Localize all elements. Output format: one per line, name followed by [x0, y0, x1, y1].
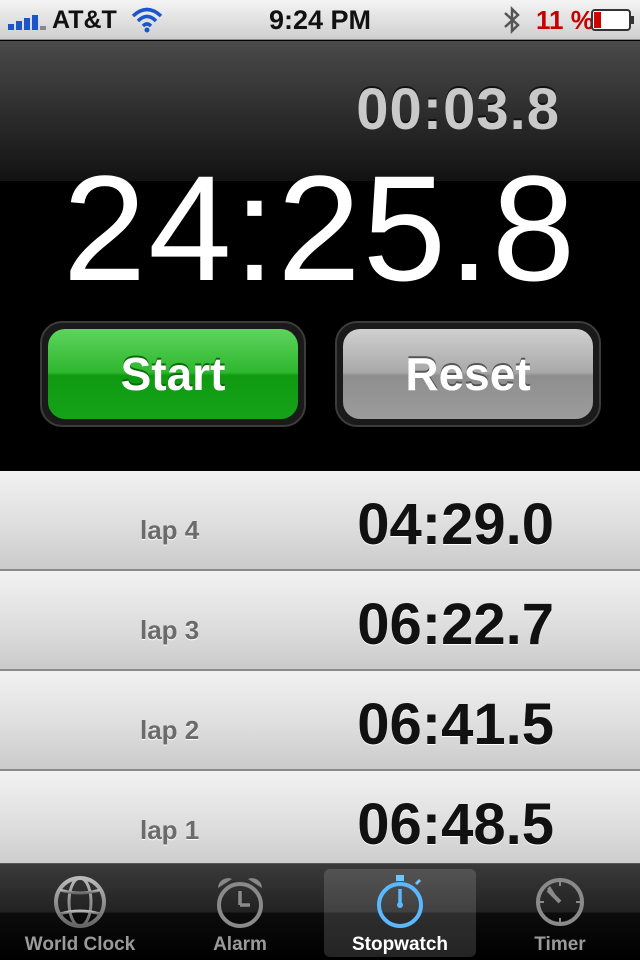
tab-label: Stopwatch [351, 934, 449, 955]
lap-label: lap 3 [140, 615, 200, 645]
reset-button-frame: Reset [335, 321, 601, 427]
lap-row: lap 4 04:29.0 [0, 471, 640, 571]
start-button[interactable]: Start [48, 329, 298, 419]
lap-row: lap 2 06:41.5 [0, 671, 640, 771]
lap-row: lap 1 06:48.5 [0, 771, 640, 863]
lap-time: 06:41.5 [357, 692, 554, 757]
battery-percent: 11 % [536, 5, 594, 35]
globe-icon [54, 876, 106, 928]
lap-time: 06:22.7 [357, 592, 554, 657]
tab-label: Alarm [213, 934, 267, 955]
lap-label: lap 1 [140, 815, 200, 845]
stopwatch-display: 00:03.8 24:25.8 Start Reset [0, 41, 640, 471]
tab-stopwatch[interactable]: Stopwatch [320, 864, 480, 960]
tab-label: World Clock [24, 934, 136, 955]
tab-label: Timer [534, 934, 586, 955]
total-elapsed-time: 24:25.8 [62, 144, 578, 312]
alarm-clock-icon [217, 878, 263, 928]
laps-list[interactable]: lap 4 04:29.0 lap 3 06:22.7 lap 2 06:41.… [0, 471, 640, 863]
lap-label: lap 4 [140, 515, 200, 545]
tab-world-clock[interactable]: World Clock [0, 864, 160, 960]
stopwatch-icon [377, 875, 423, 928]
reset-button[interactable]: Reset [343, 329, 593, 419]
lap-row: lap 3 06:22.7 [0, 571, 640, 671]
lap-time: 06:48.5 [357, 792, 554, 857]
lap-time: 04:29.0 [357, 492, 554, 557]
tab-bar: World Clock Alarm Stopwatch Timer [0, 863, 640, 960]
status-bar: AT&T 9:24 PM 11 % [0, 0, 640, 40]
tab-alarm[interactable]: Alarm [160, 864, 320, 960]
lap-label: lap 2 [140, 715, 200, 745]
start-button-frame: Start [40, 321, 306, 427]
current-lap-time: 00:03.8 [356, 77, 560, 142]
tab-timer[interactable]: Timer [480, 864, 640, 960]
bluetooth-icon [504, 5, 520, 35]
timer-icon [536, 878, 584, 926]
battery-icon [591, 9, 634, 31]
